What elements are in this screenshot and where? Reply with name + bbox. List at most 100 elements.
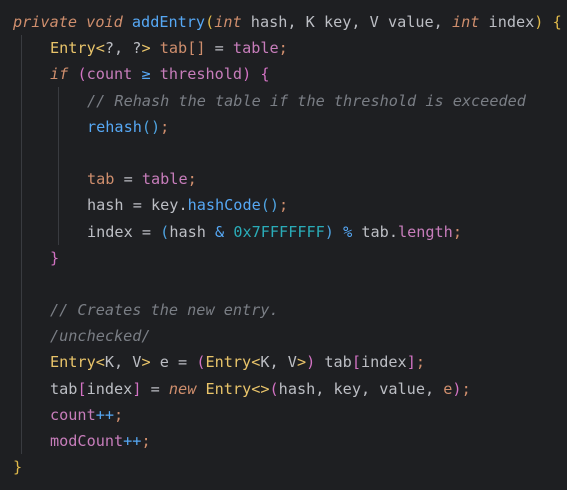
code-line: tab[index] = new Entry<>(hash, key, valu… xyxy=(0,376,567,402)
code-token: tab xyxy=(87,170,115,189)
code-token: [ xyxy=(351,353,361,372)
code-line-text: if (count ≥ threshold) { xyxy=(50,61,270,87)
code-token: = xyxy=(132,222,161,241)
code-token: & xyxy=(215,222,225,241)
code-token: key. xyxy=(151,196,188,215)
code-token: /unchecked/ xyxy=(50,327,151,346)
code-token: { xyxy=(260,65,270,84)
code-token: void xyxy=(86,13,123,31)
code-line: tab = table; xyxy=(0,166,567,192)
code-line-text: rehash(); xyxy=(87,114,169,140)
code-token: Entry xyxy=(205,379,252,398)
code-token: int xyxy=(214,13,242,31)
code-token: ] xyxy=(406,353,416,372)
code-token: tab xyxy=(150,39,188,58)
code-line: rehash(); xyxy=(0,114,567,140)
code-line: hash = key.hashCode(); xyxy=(0,192,567,218)
code-line-text: // Rehash the table if the threshold is … xyxy=(87,88,526,114)
code-token: ; xyxy=(452,222,462,241)
code-token: < xyxy=(95,39,105,58)
code-token: > xyxy=(141,39,151,58)
code-token: addEntry xyxy=(131,13,206,31)
code-line: /unchecked/ xyxy=(0,323,567,349)
code-token: <> xyxy=(251,379,270,398)
code-line-text: index = (hash & 0x7FFFFFFF) % tab.length… xyxy=(87,219,462,245)
code-token: () xyxy=(260,196,280,215)
code-line: count++; xyxy=(0,402,567,428)
code-token: Entry xyxy=(50,353,96,372)
code-token: threshold xyxy=(159,65,243,84)
code-token: < xyxy=(95,353,105,372)
code-token: [] xyxy=(187,39,206,58)
code-token: tab. xyxy=(352,222,398,241)
code-token: } xyxy=(50,248,60,267)
code-token: > xyxy=(296,353,307,372)
code-line: if (count ≥ threshold) { xyxy=(0,61,567,87)
code-token: ++ xyxy=(95,405,115,424)
code-token: ( xyxy=(77,65,87,84)
code-line: Entry<K, V> e = (Entry<K, V>) tab[index]… xyxy=(0,349,567,375)
code-token: ; xyxy=(187,170,197,189)
code-token: ; xyxy=(415,353,426,372)
code-line: private void addEntry(int hash, K key, V… xyxy=(0,9,567,35)
code-token: length xyxy=(397,222,453,241)
code-token: if xyxy=(50,65,69,84)
code-token: > xyxy=(141,353,151,372)
code-token: rehash xyxy=(87,117,142,136)
code-token: hashCode xyxy=(187,196,261,215)
code-line-text: } xyxy=(50,245,59,271)
code-token: = xyxy=(114,170,142,189)
code-line-text: modCount++; xyxy=(50,428,151,454)
code-token: ; xyxy=(141,432,151,450)
code-token: ++ xyxy=(123,432,142,450)
code-token: index xyxy=(479,13,535,31)
code-token: count xyxy=(86,65,133,84)
code-line: // Creates the new entry. xyxy=(0,297,567,323)
code-token: ; xyxy=(278,39,288,58)
code-line-text: /unchecked/ xyxy=(50,323,151,349)
code-token: ( xyxy=(205,13,215,31)
code-token: ( xyxy=(269,379,279,398)
code-token: [ xyxy=(77,379,87,398)
code-token: index xyxy=(87,222,133,241)
code-token: table xyxy=(141,170,188,189)
code-token: int xyxy=(451,13,480,31)
code-token: hash, key, value, xyxy=(278,379,444,398)
code-line: modCount++; xyxy=(0,428,567,454)
code-line: // Rehash the table if the threshold is … xyxy=(0,88,567,114)
code-token: () xyxy=(141,117,161,136)
code-token: index xyxy=(86,379,133,398)
code-token: K, V xyxy=(104,353,142,372)
code-line: } xyxy=(0,245,567,271)
code-token: ?, ? xyxy=(104,39,142,58)
code-token: hash xyxy=(87,196,124,215)
code-line-text: count++; xyxy=(50,402,123,428)
code-token: hash, K key, V value, xyxy=(241,13,452,31)
code-token: ≥ xyxy=(132,65,160,84)
code-line-text: // Creates the new entry. xyxy=(50,297,279,323)
code-token: Entry xyxy=(205,353,252,372)
code-token: hash xyxy=(169,222,216,241)
code-token: e = xyxy=(150,353,197,372)
code-token: < xyxy=(251,353,261,372)
code-token: = xyxy=(205,39,233,58)
code-lines: private void addEntry(int hash, K key, V… xyxy=(0,9,567,480)
code-token: ; xyxy=(160,117,170,136)
code-token: { xyxy=(552,13,562,31)
code-token: ) xyxy=(452,379,462,398)
code-line-text: tab[index] = new Entry<>(hash, key, valu… xyxy=(50,376,471,402)
code-line-text: Entry<K, V> e = (Entry<K, V>) tab[index]… xyxy=(50,349,425,375)
code-token: private xyxy=(13,13,78,31)
code-line-text: Entry<?, ?> tab[] = table; xyxy=(50,35,288,61)
code-line-text: private void addEntry(int hash, K key, V… xyxy=(13,9,562,35)
code-editor[interactable]: private void addEntry(int hash, K key, V… xyxy=(0,0,567,490)
code-line-text: hash = key.hashCode(); xyxy=(87,192,288,218)
code-token: Entry xyxy=(50,39,96,58)
code-token: table xyxy=(232,39,279,58)
code-line: Entry<?, ?> tab[] = table; xyxy=(0,35,567,61)
